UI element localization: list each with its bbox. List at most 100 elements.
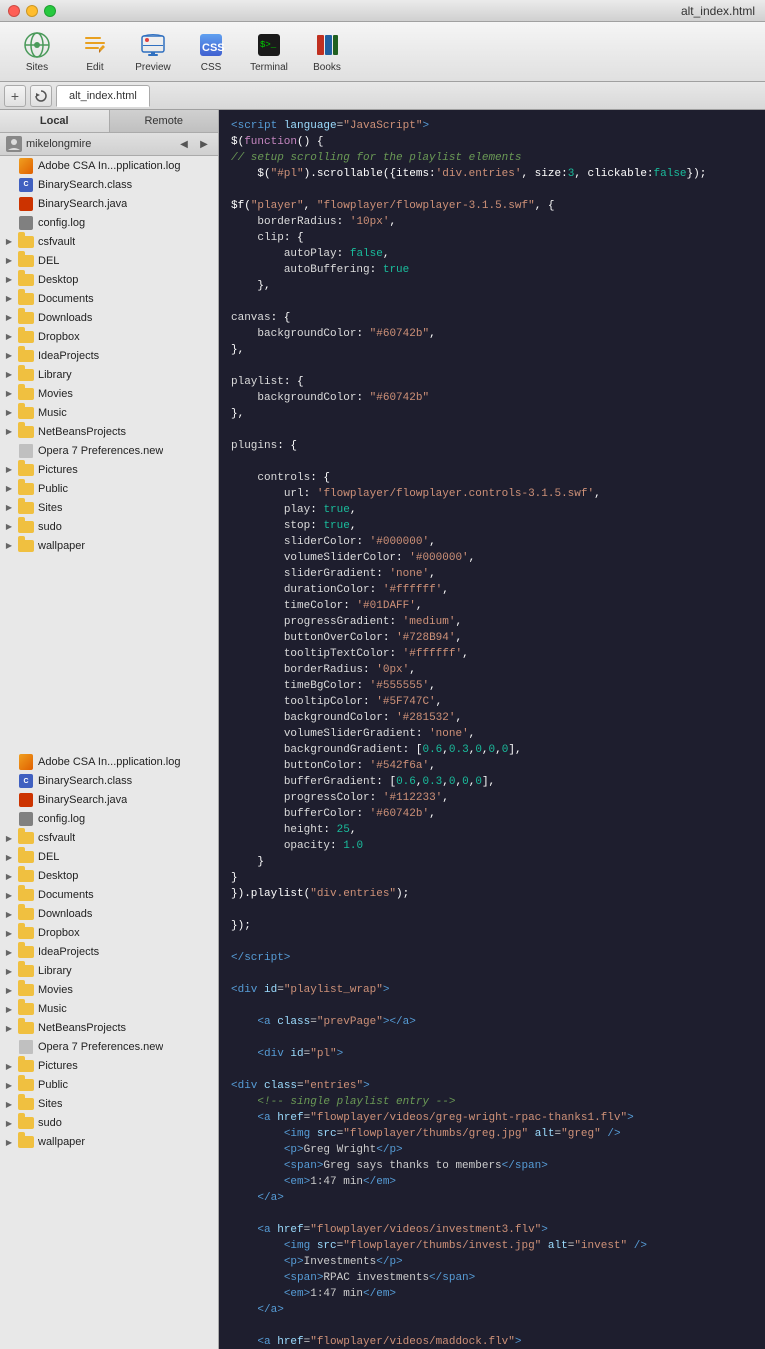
- css-button[interactable]: CSS CSS: [184, 27, 238, 77]
- expand-icon: ▶: [4, 237, 14, 247]
- terminal-button[interactable]: $>_ Terminal: [242, 27, 296, 77]
- preview-button[interactable]: Preview: [126, 27, 180, 77]
- expand-icon: ▶: [4, 871, 14, 881]
- folder-icon: [18, 1058, 34, 1074]
- minimize-button[interactable]: [26, 5, 38, 17]
- list-item[interactable]: config.log: [0, 213, 218, 232]
- list-item[interactable]: CBinarySearch.class: [0, 772, 218, 791]
- expand-icon: [4, 814, 14, 824]
- list-item[interactable]: ▶Library: [0, 962, 218, 981]
- list-item[interactable]: ▶Sites: [0, 1095, 218, 1114]
- list-item[interactable]: ▶Documents: [0, 886, 218, 905]
- expand-icon: ▶: [4, 465, 14, 475]
- expand-icon: ▶: [4, 427, 14, 437]
- edit-button[interactable]: Edit: [68, 27, 122, 77]
- code-editor[interactable]: <script language="JavaScript"> $(functio…: [219, 110, 765, 1349]
- folder-icon: [18, 424, 34, 440]
- list-item[interactable]: ▶Library: [0, 365, 218, 384]
- list-item[interactable]: ▶NetBeansProjects: [0, 1019, 218, 1038]
- file-list-bottom: Adobe CSA In...pplication.logCBinarySear…: [0, 753, 218, 1349]
- sites-icon: [22, 30, 52, 60]
- list-item[interactable]: ▶IdeaProjects: [0, 346, 218, 365]
- file-name: Documents: [38, 293, 94, 305]
- list-item[interactable]: ▶Dropbox: [0, 924, 218, 943]
- active-tab[interactable]: alt_index.html: [56, 85, 150, 107]
- list-item[interactable]: ▶DEL: [0, 251, 218, 270]
- nav-forward-button[interactable]: ▶: [196, 136, 212, 152]
- books-button[interactable]: Books: [300, 27, 354, 77]
- folder-icon: [18, 1077, 34, 1093]
- expand-icon: ▶: [4, 294, 14, 304]
- list-item[interactable]: ▶Movies: [0, 384, 218, 403]
- list-item[interactable]: ▶sudo: [0, 1114, 218, 1133]
- file-name: BinarySearch.class: [38, 179, 132, 191]
- list-item[interactable]: ▶Public: [0, 1076, 218, 1095]
- refresh-button[interactable]: [30, 85, 52, 107]
- sidebar-tabs: Local Remote: [0, 110, 218, 133]
- list-item[interactable]: ▶Pictures: [0, 460, 218, 479]
- list-item[interactable]: ▶ csfvault: [0, 232, 218, 251]
- folder-icon: [18, 944, 34, 960]
- expand-icon: ▶: [4, 484, 14, 494]
- add-tab-button[interactable]: +: [4, 85, 26, 107]
- list-item[interactable]: ▶DEL: [0, 848, 218, 867]
- file-name: NetBeansProjects: [38, 1022, 126, 1034]
- books-icon: [312, 30, 342, 60]
- list-item[interactable]: ▶IdeaProjects: [0, 943, 218, 962]
- folder-icon: [18, 1020, 34, 1036]
- file-name: Opera 7 Preferences.new: [38, 1041, 163, 1053]
- list-item[interactable]: ▶csfvault: [0, 829, 218, 848]
- list-item[interactable]: BinarySearch.java: [0, 194, 218, 213]
- remote-tab[interactable]: Remote: [110, 110, 219, 132]
- folder-icon: [18, 1115, 34, 1131]
- list-item[interactable]: CBinarySearch.class: [0, 175, 218, 194]
- list-item[interactable]: ▶wallpaper: [0, 1133, 218, 1152]
- list-item[interactable]: Adobe CSA In...pplication.log: [0, 753, 218, 772]
- file-name: csfvault: [38, 236, 75, 248]
- sites-label: Sites: [26, 62, 48, 73]
- expand-icon: ▶: [4, 275, 14, 285]
- list-item[interactable]: ▶Dropbox: [0, 327, 218, 346]
- list-item[interactable]: ▶Movies: [0, 981, 218, 1000]
- expand-icon: [4, 161, 14, 171]
- list-item[interactable]: ▶Sites: [0, 498, 218, 517]
- user-row: mikelongmire ◀ ▶: [0, 133, 218, 156]
- file-name: Pictures: [38, 1060, 78, 1072]
- close-button[interactable]: [8, 5, 20, 17]
- list-item[interactable]: ▶ NetBeansProjects: [0, 422, 218, 441]
- css-label: CSS: [201, 62, 222, 73]
- list-item[interactable]: ▶Pictures: [0, 1057, 218, 1076]
- expand-icon: ▶: [4, 370, 14, 380]
- list-item[interactable]: Opera 7 Preferences.new: [0, 441, 218, 460]
- list-item[interactable]: ▶wallpaper: [0, 536, 218, 555]
- list-item[interactable]: BinarySearch.java: [0, 791, 218, 810]
- file-name: Music: [38, 1003, 67, 1015]
- sites-button[interactable]: Sites: [10, 27, 64, 77]
- list-item[interactable]: Opera 7 Preferences.new: [0, 1038, 218, 1057]
- list-item[interactable]: ▶Desktop: [0, 270, 218, 289]
- file-name: IdeaProjects: [38, 946, 99, 958]
- expand-icon: ▶: [4, 256, 14, 266]
- list-item[interactable]: config.log: [0, 810, 218, 829]
- list-item[interactable]: ▶sudo: [0, 517, 218, 536]
- list-item[interactable]: ▶Public: [0, 479, 218, 498]
- folder-icon: [18, 1001, 34, 1017]
- preview-label: Preview: [135, 62, 171, 73]
- list-item[interactable]: ▶ Documents: [0, 289, 218, 308]
- sidebar: Local Remote mikelongmire ◀ ▶ Adobe CSA …: [0, 110, 219, 1349]
- folder-icon: [18, 291, 34, 307]
- local-tab[interactable]: Local: [0, 110, 110, 132]
- maximize-button[interactable]: [44, 5, 56, 17]
- list-item[interactable]: ▶Downloads: [0, 308, 218, 327]
- file-name: NetBeansProjects: [38, 426, 126, 438]
- file-name: Public: [38, 1079, 68, 1091]
- main-content: Local Remote mikelongmire ◀ ▶ Adobe CSA …: [0, 110, 765, 1349]
- list-item[interactable]: ▶Desktop: [0, 867, 218, 886]
- nav-back-button[interactable]: ◀: [176, 136, 192, 152]
- list-item[interactable]: Adobe CSA In...pplication.log: [0, 156, 218, 175]
- list-item[interactable]: ▶Downloads: [0, 905, 218, 924]
- window-title: alt_index.html: [681, 4, 755, 18]
- list-item[interactable]: ▶Music: [0, 1000, 218, 1019]
- expand-icon: ▶: [4, 985, 14, 995]
- list-item[interactable]: ▶Music: [0, 403, 218, 422]
